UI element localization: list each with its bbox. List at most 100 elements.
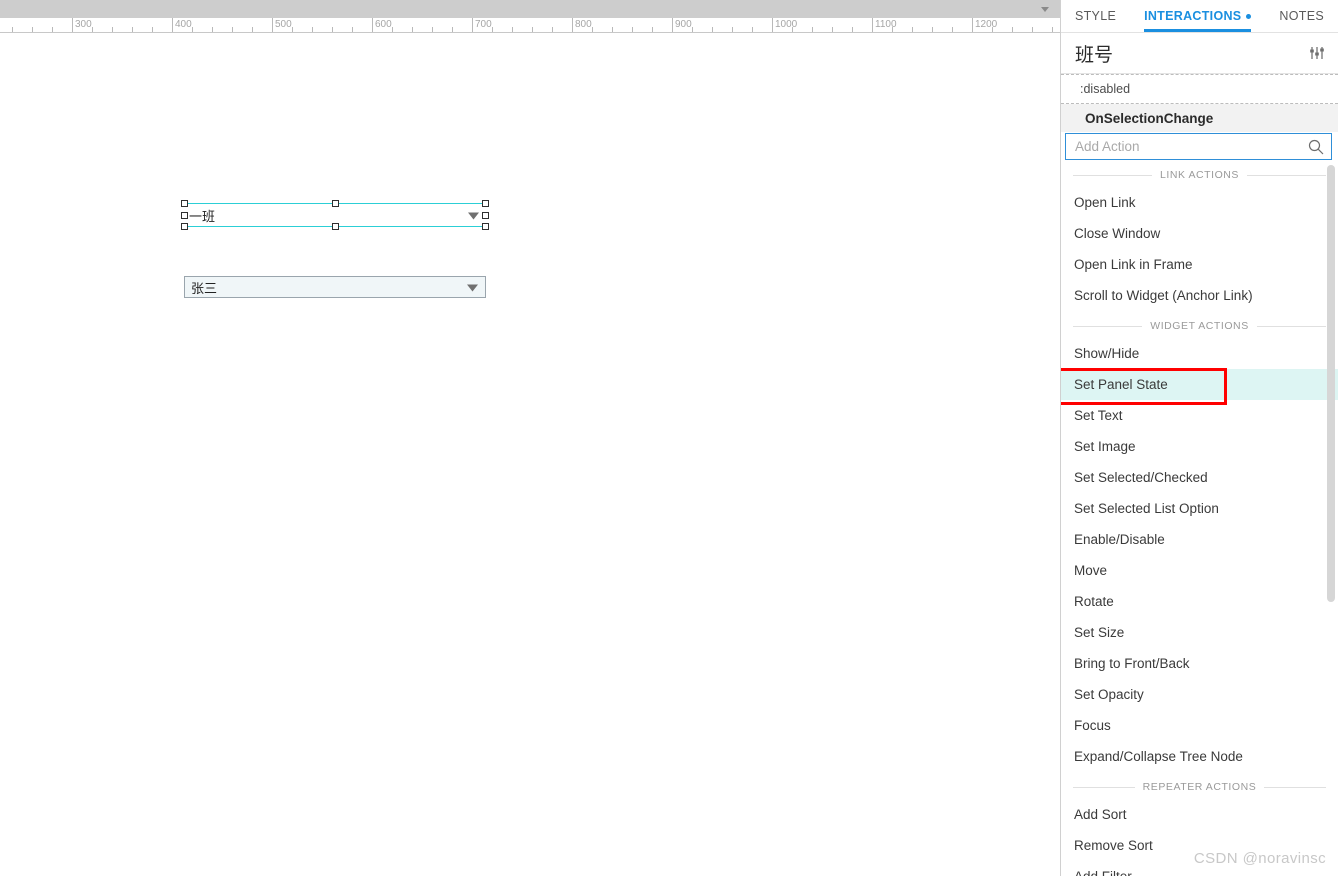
ruler-tick-minor	[852, 27, 853, 32]
action-item[interactable]: Focus	[1061, 710, 1338, 741]
action-item[interactable]: Open Link in Frame	[1061, 249, 1338, 280]
ruler-tick-label: 1000	[775, 19, 798, 30]
selection-handle-sw[interactable]	[181, 223, 188, 230]
action-item[interactable]: Set Selected List Option	[1061, 493, 1338, 524]
horizontal-ruler[interactable]: 300 400 500 600 700 800 900 1000 1100 1200	[0, 0, 1060, 33]
ruler-tick-minor	[692, 27, 693, 32]
action-item-label: Add Sort	[1074, 807, 1127, 822]
action-item[interactable]: Bring to Front/Back	[1061, 648, 1338, 679]
ruler-tick-minor	[1052, 27, 1053, 32]
action-item[interactable]: Show/Hide	[1061, 338, 1338, 369]
action-group-label: WIDGET ACTIONS	[1142, 320, 1257, 332]
action-item[interactable]: Set Selected/Checked	[1061, 462, 1338, 493]
page-title: 班号	[1075, 43, 1114, 66]
chevron-down-icon[interactable]	[1038, 3, 1052, 15]
ruler-tick-minor	[232, 27, 233, 32]
ruler-tick-minor	[12, 27, 13, 32]
action-item[interactable]: Open Link	[1061, 187, 1338, 218]
axure-editor-window: 300 400 500 600 700 800 900 1000 1100 1200 一班 张三	[0, 0, 1338, 876]
ruler-tick-label: 600	[375, 19, 392, 30]
selection-handle-se[interactable]	[482, 223, 489, 230]
action-item[interactable]: Enable/Disable	[1061, 524, 1338, 555]
ruler-tick-minor	[712, 27, 713, 32]
design-canvas[interactable]: 300 400 500 600 700 800 900 1000 1100 1200 一班 张三	[0, 0, 1060, 876]
tab-notes-label: NOTES	[1279, 9, 1324, 23]
student-dropdown[interactable]: 张三	[184, 276, 486, 298]
class-dropdown-value: 一班	[189, 208, 216, 224]
action-item[interactable]: Set Size	[1061, 617, 1338, 648]
action-item-label: Rotate	[1074, 594, 1114, 609]
action-item-label: Show/Hide	[1074, 346, 1140, 361]
ruler-tick-minor	[552, 27, 553, 32]
ruler-tick-minor	[252, 27, 253, 32]
event-row-onselectionchange[interactable]: OnSelectionChange	[1061, 104, 1338, 132]
ruler-tick-minor	[492, 27, 493, 32]
ruler-tick-minor	[632, 27, 633, 32]
ruler-tick-label: 1200	[975, 19, 998, 30]
selection-handle-s[interactable]	[331, 223, 339, 230]
action-item-label: Add Filter	[1074, 869, 1132, 876]
action-item[interactable]: Set Panel State	[1061, 368, 1338, 405]
action-item[interactable]: Set Text	[1061, 400, 1338, 431]
action-item-label: Expand/Collapse Tree Node	[1074, 749, 1243, 764]
selection-handle-ne[interactable]	[482, 200, 489, 207]
search-icon[interactable]	[1308, 139, 1324, 160]
action-item-label: Focus	[1074, 718, 1111, 733]
action-item[interactable]: Add Sort	[1061, 799, 1338, 830]
ruler-tick-minor	[752, 27, 753, 32]
selection-handle-n[interactable]	[331, 200, 339, 207]
ruler-gray-band	[0, 0, 1060, 18]
tab-style[interactable]: STYLE	[1061, 0, 1130, 32]
ruler-tick-label: 400	[175, 19, 192, 30]
ruler-tick-minor	[792, 27, 793, 32]
add-action-field[interactable]	[1065, 133, 1332, 160]
tab-notes[interactable]: NOTES	[1265, 0, 1338, 32]
tab-style-label: STYLE	[1074, 9, 1117, 23]
add-action-wrap	[1061, 132, 1338, 160]
ruler-tick-minor	[512, 27, 513, 32]
search-input[interactable]	[1066, 134, 1331, 159]
selection-handle-e[interactable]	[482, 211, 489, 219]
action-item[interactable]: Expand/Collapse Tree Node	[1061, 741, 1338, 772]
ruler-tick-minor	[452, 27, 453, 32]
tab-interactions-label: INTERACTIONS	[1144, 9, 1242, 23]
ruler-tick-minor	[352, 27, 353, 32]
action-item-label: Move	[1074, 563, 1108, 578]
ruler-tick-minor	[832, 27, 833, 32]
student-dropdown-value: 张三	[191, 280, 218, 296]
ruler-tick-minor	[152, 27, 153, 32]
sliders-icon[interactable]	[1308, 44, 1326, 62]
panel-scrollbar[interactable]	[1327, 165, 1335, 602]
ruler-tick-minor	[212, 27, 213, 32]
action-item[interactable]: Rotate	[1061, 586, 1338, 617]
action-item[interactable]: Close Window	[1061, 218, 1338, 249]
action-item-label: Open Link	[1074, 195, 1136, 210]
ruler-tick-minor	[952, 27, 953, 32]
unsaved-dot-icon	[1246, 13, 1252, 19]
action-item-label: Set Size	[1074, 625, 1125, 640]
ruler-tick-minor	[332, 27, 333, 32]
ruler-tick-minor	[412, 27, 413, 32]
action-item[interactable]: Scroll to Widget (Anchor Link)	[1061, 280, 1338, 311]
tab-interactions[interactable]: INTERACTIONS	[1130, 0, 1265, 32]
action-item[interactable]: Set Image	[1061, 431, 1338, 462]
ruler-tick-label: 500	[275, 19, 292, 30]
widget-state-row[interactable]: :disabled	[1061, 74, 1338, 104]
action-item-label: Set Image	[1074, 439, 1136, 454]
action-item[interactable]: Set Opacity	[1061, 679, 1338, 710]
selection-handle-nw[interactable]	[181, 200, 188, 207]
selection-handle-w[interactable]	[181, 211, 188, 219]
action-group-header: LINK ACTIONS	[1061, 165, 1338, 185]
ruler-tick-minor	[432, 27, 433, 32]
action-item[interactable]: Move	[1061, 555, 1338, 586]
ruler-tick-minor	[132, 27, 133, 32]
action-list[interactable]: LINK ACTIONS Open Link Close Window Open Li…	[1061, 160, 1338, 876]
event-label: OnSelectionChange	[1085, 110, 1214, 126]
ruler-tick-minor	[312, 27, 313, 32]
ruler-tick-label: 900	[675, 19, 692, 30]
action-item-label: Set Selected List Option	[1074, 501, 1219, 516]
ruler-tick-minor	[1012, 27, 1013, 32]
widget-name-row: 班号	[1061, 33, 1338, 74]
inspector-tabs: STYLE INTERACTIONS NOTES	[1061, 0, 1338, 33]
ruler-tick-minor	[912, 27, 913, 32]
